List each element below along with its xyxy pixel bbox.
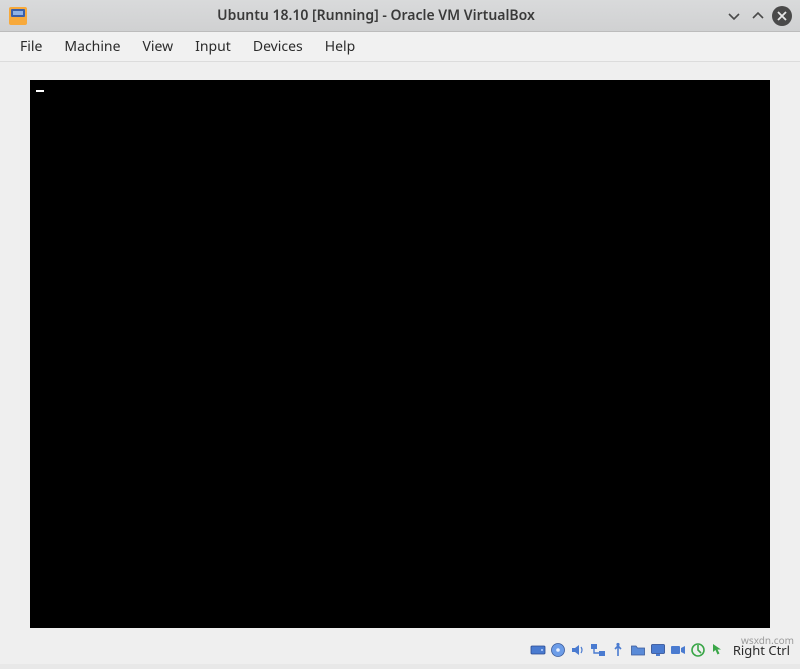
close-button[interactable] [772,6,792,26]
recording-icon[interactable] [669,641,687,659]
optical-disk-icon[interactable] [549,641,567,659]
shared-folders-icon[interactable] [629,641,647,659]
minimize-button[interactable] [724,6,744,26]
menu-view[interactable]: View [132,33,183,60]
menubar: File Machine View Input Devices Help [0,32,800,62]
menu-devices[interactable]: Devices [243,33,313,60]
host-key-indicator[interactable]: Right Ctrl [733,641,790,659]
maximize-button[interactable] [748,6,768,26]
menu-help[interactable]: Help [315,33,366,60]
window-controls [724,6,792,26]
titlebar: Ubuntu 18.10 [Running] - Oracle VM Virtu… [0,0,800,32]
vm-display[interactable] [30,80,770,628]
audio-icon[interactable] [569,641,587,659]
window-title: Ubuntu 18.10 [Running] - Oracle VM Virtu… [36,6,716,25]
hard-disk-icon[interactable] [529,641,547,659]
menu-machine[interactable]: Machine [54,33,130,60]
network-icon[interactable] [589,641,607,659]
processor-icon[interactable] [689,641,707,659]
vm-content-area [0,62,800,636]
mouse-integration-icon[interactable] [709,641,727,659]
text-cursor [36,90,44,92]
statusbar: Right Ctrl [0,636,800,664]
virtualbox-app-icon [8,6,28,26]
display-icon[interactable] [649,641,667,659]
menu-input[interactable]: Input [185,33,241,60]
usb-icon[interactable] [609,641,627,659]
menu-file[interactable]: File [10,33,52,60]
